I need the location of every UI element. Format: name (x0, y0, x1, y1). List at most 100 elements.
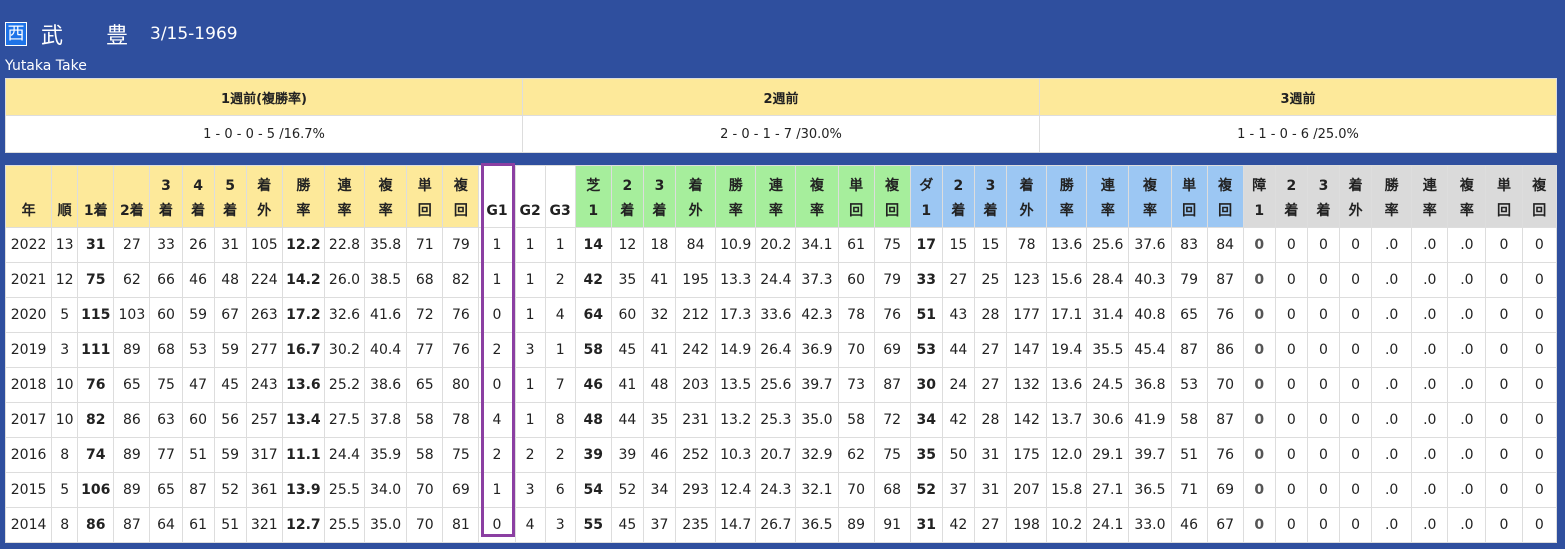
table-cell: 42 (941, 507, 975, 543)
col-header: 障1 (1242, 165, 1276, 228)
table-cell: 48 (574, 402, 612, 438)
table-cell: 34 (909, 402, 943, 438)
table-cell: 0 (1485, 472, 1523, 508)
table-cell: 123 (1006, 262, 1048, 298)
col-header: ダ1 (909, 165, 943, 228)
table-cell: 0 (1274, 472, 1308, 508)
table-cell: 0 (1242, 402, 1276, 438)
table-cell: 35 (610, 262, 644, 298)
table-cell: 25 (973, 262, 1008, 298)
table-cell: 2014 (4, 507, 53, 543)
table-cell: 47 (181, 367, 215, 403)
weekly-record-table: 1週前(複勝率) 2週前 3週前 1 - 0 - 0 - 5 /16.7% 2 … (5, 78, 1557, 153)
table-cell: 60 (149, 297, 183, 333)
col-header: 勝率 (281, 165, 325, 228)
table-cell: .0 (1447, 262, 1487, 298)
table-cell: 20.7 (755, 437, 797, 473)
table-cell: 0 (1521, 262, 1558, 298)
table-cell: 6 (544, 472, 576, 508)
table-cell: 31 (973, 437, 1008, 473)
table-cell: 12 (610, 227, 644, 263)
table-cell: 17 (909, 227, 943, 263)
col-header: 連率 (1411, 165, 1449, 228)
table-cell: 24.3 (755, 472, 797, 508)
table-row: 2019 3 111 89 68 53 59 277 16.7 30.2 40.4 77 76 2 3 1 58… (4, 332, 1558, 368)
table-cell: 142 (1006, 402, 1048, 438)
table-cell: 37.3 (795, 262, 839, 298)
table-cell: 46 (574, 367, 612, 403)
table-cell: 29.1 (1086, 437, 1130, 473)
table-cell: 13.6 (1046, 367, 1088, 403)
week-1-record: 1 - 0 - 0 - 5 /16.7% (5, 115, 523, 153)
table-cell: 0 (478, 297, 516, 333)
table-cell: 231 (675, 402, 717, 438)
table-cell: .0 (1371, 402, 1413, 438)
table-cell: 1 (514, 297, 546, 333)
table-cell: 14 (574, 227, 612, 263)
table-cell: 13.6 (1046, 227, 1088, 263)
table-cell: 75 (442, 437, 480, 473)
table-cell: 46 (642, 437, 677, 473)
table-cell: 1 (514, 262, 546, 298)
table-cell: 43 (941, 297, 975, 333)
table-cell: 0 (1521, 507, 1558, 543)
table-cell: 198 (1006, 507, 1048, 543)
table-cell: 0 (1339, 227, 1373, 263)
table-cell: 0 (1485, 227, 1523, 263)
col-header: 2着 (113, 165, 151, 228)
table-cell: 24 (941, 367, 975, 403)
table-cell: 0 (1274, 367, 1308, 403)
col-header: 2着 (610, 165, 644, 228)
table-row: 2021 12 75 62 66 46 48 224 14.2 26.0 38.5 68 82 1 1 2 42… (4, 262, 1558, 298)
table-cell: 203 (675, 367, 717, 403)
table-row: 2022 13 31 27 33 26 31 105 12.2 22.8 35.8 71 79 1 1 1 14… (4, 227, 1558, 263)
table-cell: 35.8 (364, 227, 408, 263)
table-cell: 24.5 (1086, 367, 1130, 403)
table-cell: 2015 (4, 472, 53, 508)
table-cell: 38.5 (364, 262, 408, 298)
table-cell: 39.7 (1128, 437, 1172, 473)
table-cell: 15.8 (1046, 472, 1088, 508)
table-cell: 31 (77, 227, 115, 263)
table-cell: 36.5 (1128, 472, 1172, 508)
table-cell: 70 (837, 332, 875, 368)
table-cell: 62 (837, 437, 875, 473)
table-cell: 13 (51, 227, 79, 263)
table-cell: 0 (1242, 472, 1276, 508)
table-cell: 77 (149, 437, 183, 473)
table-cell: 84 (1206, 227, 1244, 263)
table-cell: 15 (941, 227, 975, 263)
table-cell: 2 (544, 437, 576, 473)
table-cell: 41.6 (364, 297, 408, 333)
table-cell: 46 (1170, 507, 1208, 543)
col-header: 4着 (181, 165, 215, 228)
table-cell: 1 (514, 402, 546, 438)
table-cell: .0 (1447, 367, 1487, 403)
table-cell: 34.0 (364, 472, 408, 508)
table-cell: 0 (1242, 262, 1276, 298)
col-header: 3着 (973, 165, 1008, 228)
table-cell: .0 (1371, 332, 1413, 368)
table-cell: 82 (442, 262, 480, 298)
table-cell: 86 (1206, 332, 1244, 368)
table-cell: 24.4 (755, 262, 797, 298)
table-cell: 3 (51, 332, 79, 368)
table-cell: 0 (1242, 297, 1276, 333)
table-cell: 224 (245, 262, 283, 298)
table-cell: 13.7 (1046, 402, 1088, 438)
table-cell: 0 (1485, 297, 1523, 333)
table-cell: 53 (1170, 367, 1208, 403)
table-cell: 36.9 (795, 332, 839, 368)
table-cell: 58 (406, 437, 444, 473)
table-cell: 84 (675, 227, 717, 263)
table-cell: 14.9 (715, 332, 757, 368)
jockey-name: 武 豊 (41, 24, 146, 49)
table-cell: 51 (909, 297, 943, 333)
table-cell: 12.4 (715, 472, 757, 508)
table-cell: 39 (610, 437, 644, 473)
table-cell: 277 (245, 332, 283, 368)
table-cell: 58 (406, 402, 444, 438)
table-cell: 48 (642, 367, 677, 403)
table-cell: 89 (113, 437, 151, 473)
table-cell: 212 (675, 297, 717, 333)
